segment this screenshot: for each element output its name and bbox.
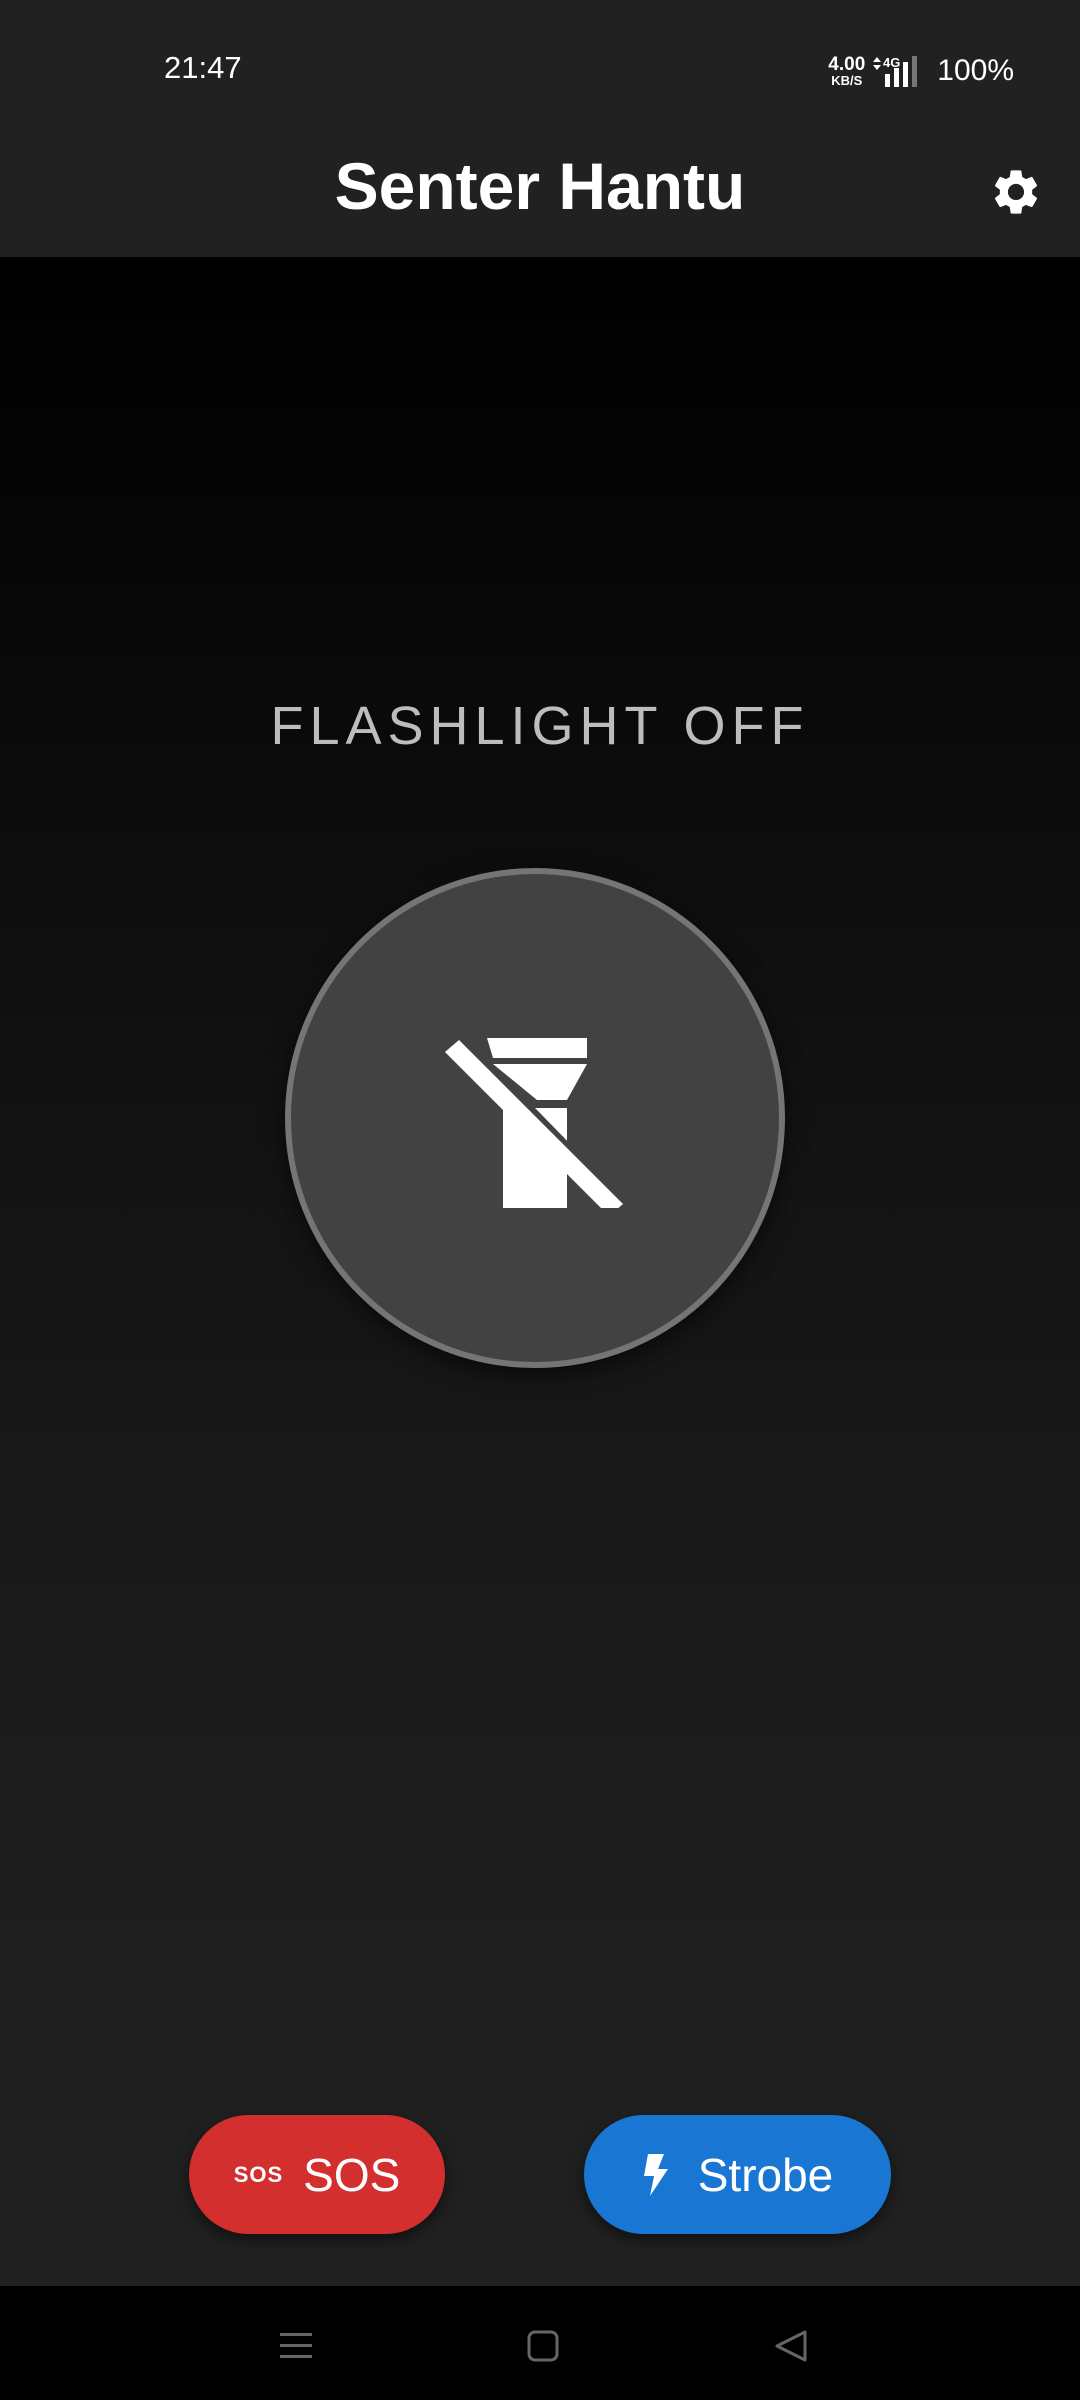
home-button[interactable] [513,2316,573,2376]
network-speed: 4.00 KB/S [828,55,865,87]
recent-apps-button[interactable] [266,2316,326,2376]
app-bar: Senter Hantu [0,140,1080,257]
network-type-label: 4G [883,55,900,70]
settings-button[interactable] [986,162,1046,222]
flashlight-status-label: FLASHLIGHT OFF [270,696,810,756]
home-icon [527,2330,559,2362]
menu-icon [280,2333,312,2358]
signal-4g-icon: 4G [873,55,918,87]
sos-button[interactable]: SOS SOS [189,2115,445,2234]
network-speed-unit: KB/S [831,73,863,88]
back-icon [775,2330,807,2362]
strobe-button[interactable]: Strobe [584,2115,891,2234]
flashlight-toggle-button[interactable] [285,868,785,1368]
strobe-button-label: Strobe [697,2148,834,2201]
status-time: 21:47 [164,50,242,85]
back-button[interactable] [761,2316,821,2376]
sos-button-label: SOS [303,2148,401,2201]
battery-level: 100% [937,54,1014,87]
lightning-bolt-icon [642,2153,670,2196]
main-content: FLASHLIGHT OFF SOS SOS Strobe [0,257,1080,2286]
flashlight-off-icon [445,1028,623,1208]
network-speed-value: 4.00 [828,54,866,75]
screen: 21:47 4.00 KB/S 4G 100% Senter Hantu FLA… [0,0,1080,2400]
status-bar: 21:47 4.00 KB/S 4G 100% [0,0,1080,140]
navigation-bar [0,2286,1080,2400]
status-icons: 4.00 KB/S 4G 100% [828,50,1014,92]
sos-icon: SOS [233,2161,284,2187]
gear-icon [994,170,1038,214]
app-title: Senter Hantu [334,149,746,223]
